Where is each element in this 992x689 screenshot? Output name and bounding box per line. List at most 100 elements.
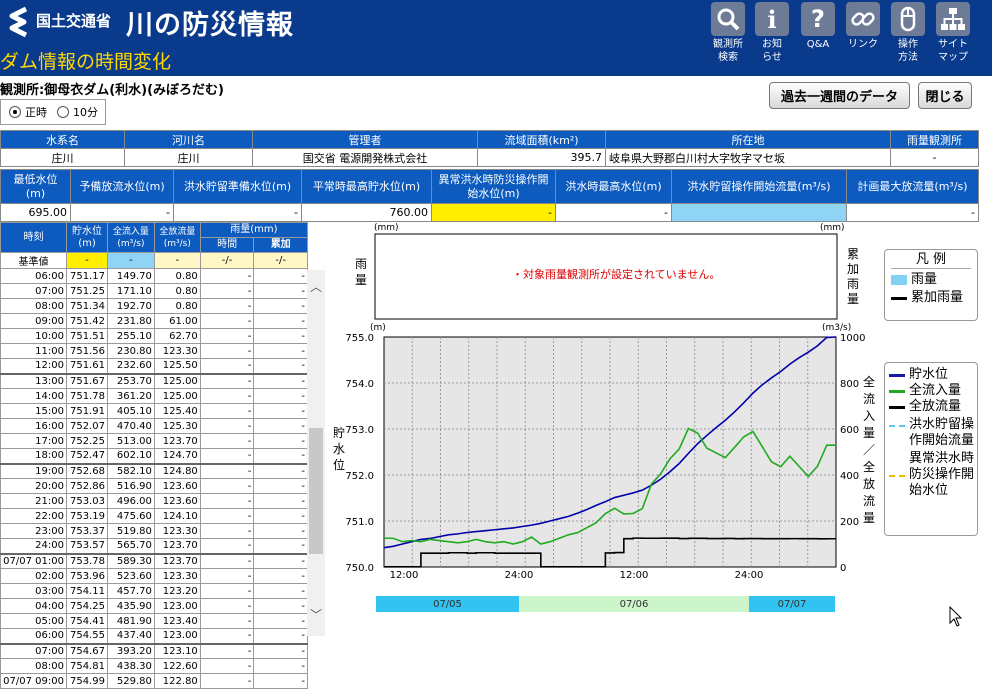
close-button[interactable]: 閉じる [918,82,972,109]
table-cell: - [199,628,255,644]
table-scrollbar[interactable]: ︿ ﹀ [307,270,325,636]
legend-label: 異常洪水時防災操作開始水位 [909,451,975,498]
table-cell: 124.10 [153,508,201,524]
x-tick-labels: 12:00 24:00 12:00 24:00 [390,570,764,581]
table-cell: - [253,403,308,419]
table-cell: 123.00 [153,628,201,644]
table-row: 10:00 751.51 255.10 62.70- - [0,328,308,344]
table-row: 07/07 01:00 753.78 589.30 123.70- - [0,553,308,569]
col-rain-station: 雨量観測所 [890,130,979,149]
flood-prep-level-value: - [173,203,302,222]
ten-min-radio[interactable] [57,106,69,118]
table-cell: - [253,328,308,344]
table-cell: 17:00 [0,433,67,449]
hourly-radio[interactable] [9,106,21,118]
rain-unit-left: (mm) [374,223,399,233]
flow-axis-char: 量 [863,511,875,525]
info-value-row: 庄川 庄川 国交省 電源開発株式会社 395.7 岐阜県大野郡白川村大字牧字マセ… [0,148,979,167]
table-cell: 123.00 [153,598,201,614]
col-outflow: 全放流量 (m³/s) [153,222,201,253]
nav-howto[interactable]: 操作 方法 [888,2,928,64]
table-row: 09:00 751.42 231.80 61.00- - [0,313,308,329]
flow-axis-char: 全 [863,459,875,474]
legend-label: 累加雨量 [911,290,964,305]
table-cell: 589.30 [106,553,155,569]
table-cell: 123.20 [153,583,201,599]
table-cell: - [199,328,255,344]
scroll-down-icon[interactable]: ﹀ [310,606,322,623]
table-cell: 23:00 [0,523,67,539]
table-row: 23:00 753.37 519.80 123.30- - [0,523,308,539]
table-cell: 0.80 [153,298,201,314]
table-cell: 22:00 [0,508,67,524]
table-cell: 361.20 [106,388,155,404]
table-cell: - [253,658,308,674]
table-cell: - [199,343,255,359]
y-tick-labels: 755.0 754.0 753.0 752.0 751.0 750.0 [345,333,374,574]
flow-axis-char: 流 [863,494,875,508]
table-cell: - [253,418,308,434]
table-row: 24:00 753.57 565.70 123.70- - [0,538,308,554]
table-cell: 435.90 [106,598,155,614]
table-cell: - [253,553,308,569]
nav-links[interactable]: リンク [843,2,883,51]
legend-title: 凡 例 [891,252,971,269]
past-week-button[interactable]: 過去一週間のデータ [769,82,910,109]
table-cell: - [253,358,308,374]
table-cell: - [199,448,255,464]
legend-rain: 雨量 [885,272,977,288]
nav-station-search[interactable]: 観測所 検索 [708,2,748,64]
col-flood-max-level: 洪水時最高水位(m) [555,169,672,204]
table-cell: - [253,583,308,599]
legend-level: 貯水位 [889,367,977,383]
table-cell: 754.99 [65,673,108,689]
site-title[interactable]: 川の防災情報 [126,3,294,42]
table-cell: - [253,673,308,689]
x-tick-label: 24:00 [735,570,764,581]
nav-label: リンク [848,39,878,50]
table-cell: - [199,568,255,584]
dam-levels-table: 最低水位(m) 予備放流水位(m) 洪水貯留準備水位(m) 平常時最高貯水位(m… [0,169,979,222]
location-value: 岐阜県大野郡白川村大字牧字マセ坂 [605,148,891,167]
nav-qa[interactable]: ? Q&A [798,2,838,51]
col-rain-hour: 時間 [199,237,255,253]
table-cell: 11:00 [0,343,67,359]
table-cell: 08:00 [0,298,67,314]
abnormal-level-swatch [889,475,905,477]
level-axis-label: 貯水位 [333,426,345,472]
info-icon: i [755,2,789,36]
table-cell: 24:00 [0,538,67,554]
table-cell: 07/07 01:00 [0,553,67,569]
sitemap-icon [936,2,970,36]
table-cell: 752.25 [65,433,108,449]
table-cell: - [253,613,308,629]
table-cell: 437.40 [106,628,155,644]
table-cell: 475.60 [106,508,155,524]
table-cell: 752.47 [65,448,108,464]
table-cell: 123.70 [153,553,201,569]
scroll-up-icon[interactable]: ︿ [310,278,322,295]
scroll-thumb[interactable] [309,428,323,554]
nav-notices[interactable]: i お知 らせ [752,2,792,64]
base-rain-hour: -/- [199,252,255,269]
legend-label: 貯水位 [909,367,949,382]
nav-sitemap[interactable]: サイト マップ [933,2,973,64]
table-cell: 753.37 [65,523,108,539]
table-cell: 751.42 [65,313,108,329]
table-cell: 124.80 [153,463,201,479]
y2-tick-label: 400 [840,471,859,482]
table-cell: 149.70 [106,268,155,284]
hourly-label[interactable]: 正時 [25,104,47,120]
ministry-name: 国土交通省 [36,12,112,30]
table-cell: 03:00 [0,583,67,599]
table-cell: - [199,613,255,629]
table-cell: 529.80 [106,673,155,689]
y-tick-label: 751.0 [345,517,374,528]
ten-min-label[interactable]: 10分 [73,104,98,120]
chart-legend: 貯水位 全流入量 全放流量 洪水貯留操作開始流量 異常洪水時防災操作開始水位 [884,362,978,536]
table-cell: 253.70 [106,373,155,389]
table-cell: 171.10 [106,283,155,299]
table-cell: 21:00 [0,493,67,509]
table-cell: - [199,553,255,569]
table-cell: 582.10 [106,463,155,479]
